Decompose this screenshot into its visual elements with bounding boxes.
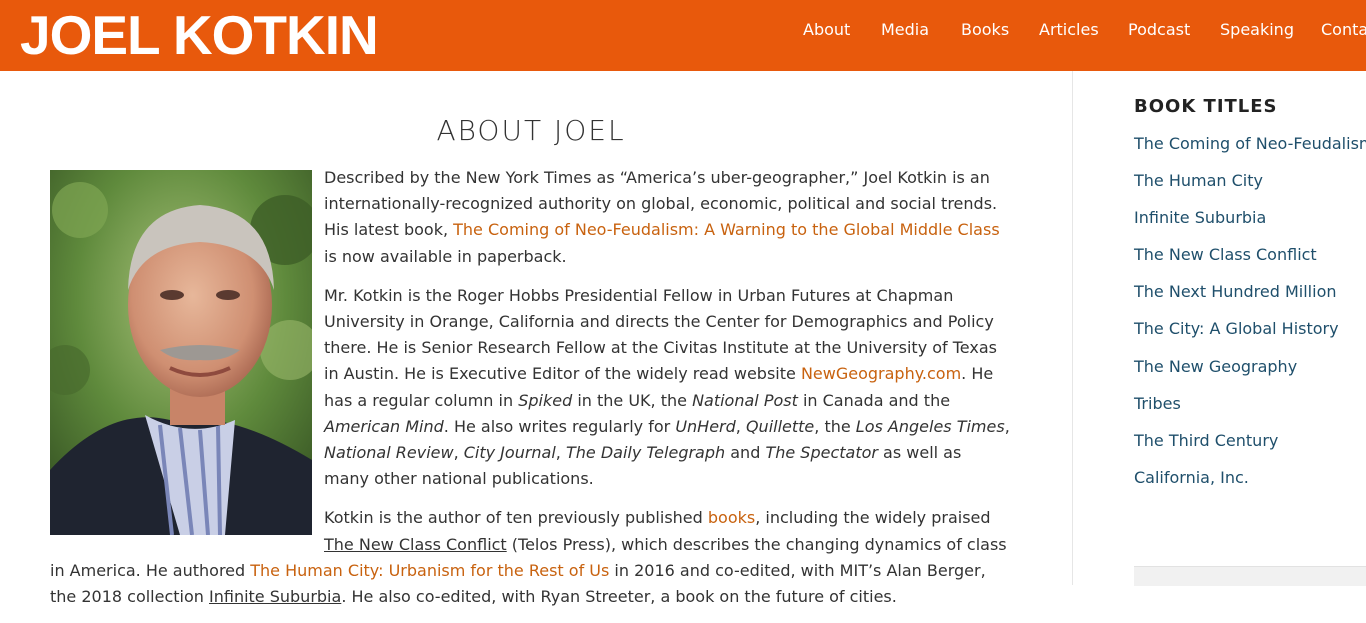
latest-book-link[interactable]: The Coming of Neo-Feudalism: A Warning t… <box>453 220 1000 239</box>
main-content: ABOUT JOEL Described by the New York Tim… <box>0 71 1072 606</box>
nav-podcast[interactable]: Podcast <box>1128 20 1190 39</box>
site-header: JOEL KOTKIN About Media Books Articles P… <box>0 0 1366 71</box>
book-title-item[interactable]: The Human City <box>1134 170 1366 207</box>
nav-books[interactable]: Books <box>961 20 1009 39</box>
book-title-item[interactable]: Tribes <box>1134 393 1366 430</box>
book-title-item[interactable]: The Next Hundred Million <box>1134 281 1366 318</box>
book-title-item[interactable]: The City: A Global History <box>1134 318 1366 355</box>
sidebar-widget-stub <box>1134 566 1366 586</box>
nav-about[interactable]: About <box>803 20 850 39</box>
nav-articles[interactable]: Articles <box>1039 20 1099 39</box>
book-title-item[interactable]: Infinite Suburbia <box>1134 207 1366 244</box>
book-title-item[interactable]: The Third Century <box>1134 430 1366 467</box>
sidebar-divider <box>1072 71 1073 585</box>
site-logo[interactable]: JOEL KOTKIN <box>20 2 379 68</box>
book-title-item[interactable]: The Coming of Neo-Feudalism <box>1134 133 1366 170</box>
infinite-suburbia-link[interactable]: Infinite Suburbia <box>209 587 341 606</box>
book-title-item[interactable]: California, Inc. <box>1134 467 1366 504</box>
book-title-item[interactable]: The New Geography <box>1134 356 1366 393</box>
human-city-link[interactable]: The Human City: Urbanism for the Rest of… <box>250 561 609 580</box>
page-title: ABOUT JOEL <box>436 113 626 147</box>
book-title-item[interactable]: The New Class Conflict <box>1134 244 1366 281</box>
newgeography-link[interactable]: NewGeography.com <box>801 364 961 383</box>
books-link[interactable]: books <box>708 508 755 527</box>
nav-media[interactable]: Media <box>881 20 929 39</box>
nav-speaking[interactable]: Speaking <box>1220 20 1294 39</box>
nav-contact[interactable]: Conta <box>1321 20 1366 39</box>
sidebar-title: BOOK TITLES <box>1134 96 1278 117</box>
bio-text: Described by the New York Times as “Amer… <box>50 165 1010 623</box>
book-titles-list: The Coming of Neo-Feudalism The Human Ci… <box>1134 133 1366 504</box>
new-class-conflict-link[interactable]: The New Class Conflict <box>324 535 507 554</box>
